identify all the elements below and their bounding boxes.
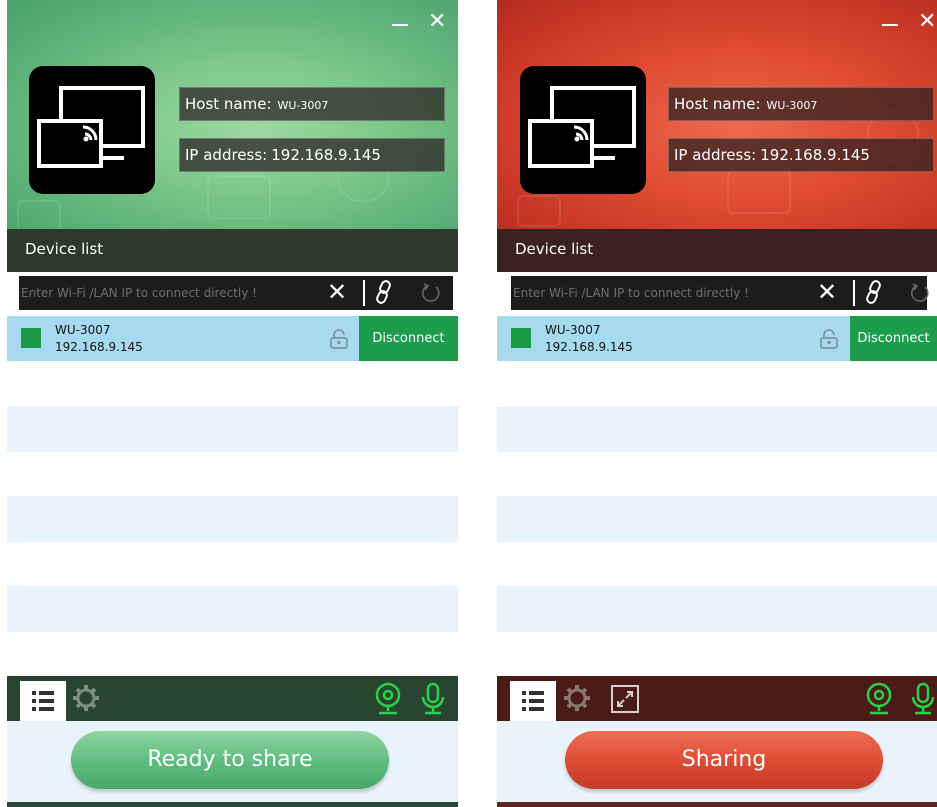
lock-icon[interactable] bbox=[819, 329, 839, 349]
clear-icon[interactable]: ✕ bbox=[817, 280, 837, 304]
ip-address-value: 192.168.9.145 bbox=[760, 146, 870, 164]
bottom-strip bbox=[497, 802, 937, 807]
list-icon bbox=[522, 691, 544, 711]
host-name-label: Host name: bbox=[185, 95, 272, 113]
bottom-toolbar bbox=[497, 676, 937, 721]
host-name-value: WU-3007 bbox=[277, 99, 329, 112]
bottom-toolbar bbox=[7, 676, 458, 721]
background-decoration bbox=[727, 170, 791, 214]
host-name-label: Host name: bbox=[674, 95, 761, 113]
fullscreen-toggle-icon[interactable] bbox=[610, 684, 640, 714]
link-icon[interactable] bbox=[373, 280, 395, 304]
share-area: Sharing bbox=[497, 721, 937, 802]
clear-icon[interactable]: ✕ bbox=[327, 280, 347, 304]
ip-address-field: IP address: 192.168.9.145 bbox=[179, 138, 445, 172]
device-list-title: Device list bbox=[515, 240, 594, 258]
minimize-button[interactable] bbox=[392, 24, 408, 26]
background-decoration bbox=[207, 175, 271, 219]
lock-icon[interactable] bbox=[329, 329, 349, 349]
microphone-icon[interactable] bbox=[419, 682, 447, 716]
empty-list-row bbox=[7, 586, 458, 632]
ip-connect-row: ✕ bbox=[497, 272, 937, 316]
list-icon bbox=[32, 691, 54, 711]
background-decoration bbox=[17, 200, 61, 229]
cast-screen-icon bbox=[29, 66, 155, 194]
disconnect-button[interactable]: Disconnect bbox=[850, 316, 937, 361]
device-list-header: Device list bbox=[497, 229, 937, 272]
close-button[interactable]: ✕ bbox=[918, 11, 936, 33]
device-name: WU-3007 bbox=[55, 323, 111, 337]
camera-icon[interactable] bbox=[864, 682, 894, 716]
divider bbox=[853, 280, 855, 306]
close-button[interactable]: ✕ bbox=[428, 11, 446, 33]
device-list-header: Device list bbox=[7, 229, 458, 272]
panel-ready: ✕ Host name: WU-3007 IP address: 192.168.9… bbox=[7, 0, 458, 807]
minimize-button[interactable] bbox=[882, 24, 898, 26]
share-button[interactable]: Ready to share bbox=[71, 731, 389, 789]
empty-list-row bbox=[497, 496, 937, 542]
host-name-field: Host name: WU-3007 bbox=[668, 87, 934, 121]
gear-icon[interactable] bbox=[562, 683, 592, 713]
ip-address-label: IP address: bbox=[674, 146, 757, 164]
sharing-button[interactable]: Sharing bbox=[565, 731, 883, 789]
list-view-button[interactable] bbox=[20, 681, 66, 721]
ip-address-field: IP address: 192.168.9.145 bbox=[668, 138, 934, 172]
panel-sharing: ✕ Host name: WU-3007 IP address: 192.168.9… bbox=[497, 0, 937, 807]
device-ip: 192.168.9.145 bbox=[545, 340, 633, 354]
device-list-item[interactable]: WU-3007 192.168.9.145 Disconnect bbox=[7, 316, 458, 361]
empty-list-row bbox=[497, 406, 937, 452]
disconnect-button[interactable]: Disconnect bbox=[359, 316, 458, 361]
device-ip: 192.168.9.145 bbox=[55, 340, 143, 354]
microphone-icon[interactable] bbox=[909, 682, 937, 716]
refresh-icon[interactable] bbox=[909, 282, 931, 304]
device-name: WU-3007 bbox=[545, 323, 601, 337]
share-area: Ready to share bbox=[7, 721, 458, 802]
ip-address-value: 192.168.9.145 bbox=[271, 146, 381, 164]
link-icon[interactable] bbox=[863, 280, 885, 304]
background-decoration bbox=[517, 195, 561, 227]
header-banner: ✕ Host name: WU-3007 IP address: 192.168.9… bbox=[7, 0, 458, 229]
cast-screen-icon bbox=[520, 66, 646, 194]
host-name-value: WU-3007 bbox=[766, 99, 818, 112]
device-list-title: Device list bbox=[25, 240, 104, 258]
device-list-item[interactable]: WU-3007 192.168.9.145 Disconnect bbox=[497, 316, 937, 361]
empty-list-row bbox=[497, 586, 937, 632]
device-status-indicator bbox=[21, 328, 41, 348]
bottom-strip bbox=[7, 802, 458, 807]
empty-list-row bbox=[7, 496, 458, 542]
gear-icon[interactable] bbox=[71, 683, 101, 713]
empty-list-row bbox=[7, 406, 458, 452]
refresh-icon[interactable] bbox=[420, 282, 442, 304]
ip-connect-row: ✕ bbox=[7, 272, 458, 316]
ip-address-label: IP address: bbox=[185, 146, 268, 164]
header-banner: ✕ Host name: WU-3007 IP address: 192.168.9… bbox=[497, 0, 937, 229]
host-name-field: Host name: WU-3007 bbox=[179, 87, 445, 121]
camera-icon[interactable] bbox=[373, 682, 403, 716]
device-status-indicator bbox=[511, 328, 531, 348]
list-view-button[interactable] bbox=[510, 681, 556, 721]
divider bbox=[363, 280, 365, 306]
